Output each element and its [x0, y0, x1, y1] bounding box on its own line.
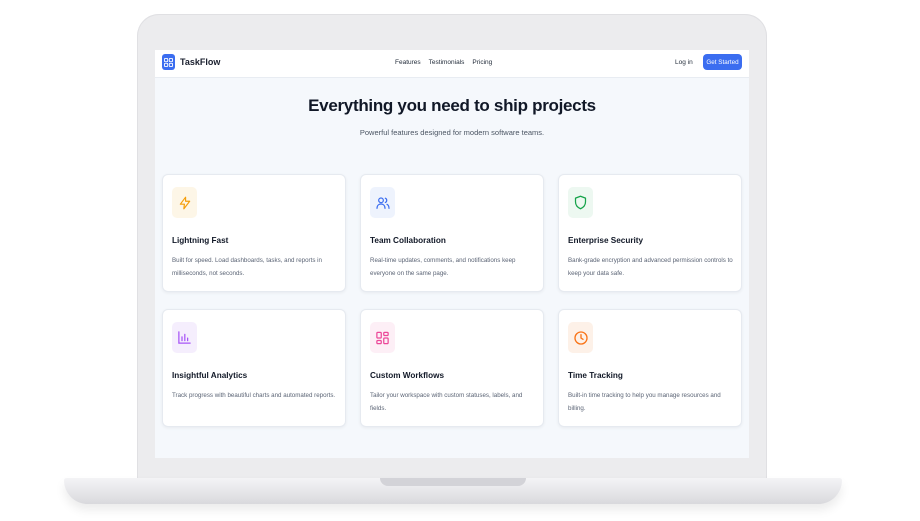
laptop-screen: TaskFlow Features Testimonials Pricing L… — [155, 50, 749, 458]
page-subtitle: Powerful features designed for modern so… — [359, 128, 545, 137]
feature-description: Track progress with beautiful charts and… — [172, 392, 336, 399]
feature-title: Custom Workflows — [370, 371, 444, 380]
login-link[interactable]: Log in — [675, 59, 693, 66]
feature-card-enterprise-security: Enterprise Security Bank-grade encryptio… — [558, 174, 742, 292]
get-started-button[interactable]: Get Started — [703, 54, 742, 70]
feature-title: Insightful Analytics — [172, 371, 248, 380]
layout-icon — [370, 322, 395, 353]
bar-chart-icon — [172, 322, 197, 353]
brand[interactable]: TaskFlow — [162, 54, 220, 70]
feature-description: Built-in time tracking to help you manag… — [568, 392, 721, 412]
logo-icon — [162, 54, 175, 70]
brand-name: TaskFlow — [180, 57, 221, 67]
nav-links: Features Testimonials Pricing — [395, 59, 492, 66]
clock-icon — [568, 322, 593, 353]
feature-card-lightning-fast: Lightning Fast Built for speed. Load das… — [162, 174, 346, 292]
laptop-notch — [380, 478, 526, 486]
lightning-icon — [172, 187, 197, 218]
feature-card-insightful-analytics: Insightful Analytics Track progress with… — [162, 309, 346, 427]
users-icon — [370, 187, 395, 218]
feature-card-time-tracking: Time Tracking Built-in time tracking to … — [558, 309, 742, 427]
feature-card-team-collaboration: Team Collaboration Real-time updates, co… — [360, 174, 544, 292]
feature-title: Enterprise Security — [568, 236, 644, 245]
feature-title: Team Collaboration — [370, 236, 446, 245]
top-navbar: TaskFlow Features Testimonials Pricing L… — [155, 50, 749, 78]
feature-title: Time Tracking — [568, 371, 623, 380]
shield-icon — [568, 187, 593, 218]
page-title: Everything you need to ship projects — [308, 96, 596, 115]
feature-description: Built for speed. Load dashboards, tasks,… — [172, 257, 322, 277]
nav-link-pricing[interactable]: Pricing — [472, 59, 492, 66]
feature-description: Tailor your workspace with custom status… — [370, 392, 523, 412]
feature-title: Lightning Fast — [172, 236, 229, 245]
feature-description: Real-time updates, comments, and notific… — [370, 257, 516, 277]
nav-link-testimonials[interactable]: Testimonials — [429, 59, 465, 66]
feature-card-custom-workflows: Custom Workflows Tailor your workspace w… — [360, 309, 544, 427]
nav-link-features[interactable]: Features — [395, 59, 421, 66]
feature-description: Bank-grade encryption and advanced permi… — [568, 257, 733, 277]
